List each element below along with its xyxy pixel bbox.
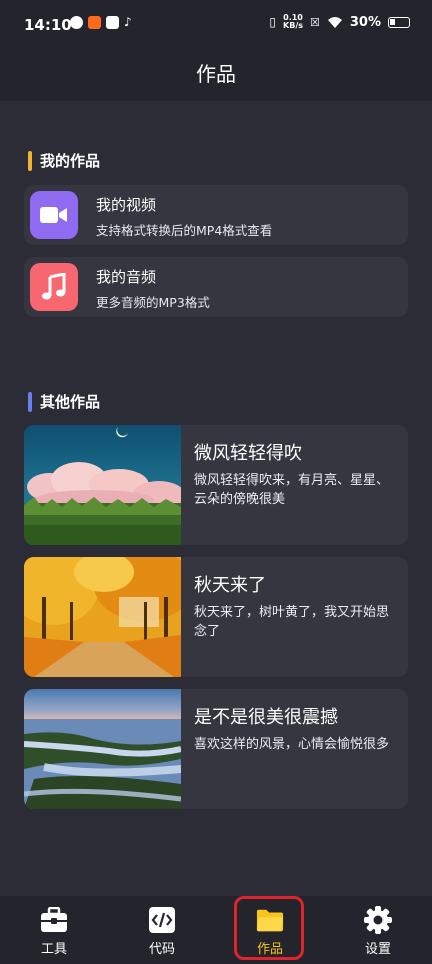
my-video-item[interactable]: 我的视频 支持格式转换后的MP4格式查看 [24,185,408,245]
mail-notification-icon [106,16,119,29]
card-title: 微风轻轻得吹 [194,443,302,464]
active-tab-highlight [234,896,304,960]
status-right: ▯ 0.10 KB/s ☒ 30% [269,14,410,30]
breeze-thumbnail [24,425,181,545]
notification-icons: ♪ [70,16,132,29]
app-root: 14:10 ♪ ▯ 0.10 KB/s ☒ 30% 作品 我的作品 我的视频 支… [0,0,432,964]
battery-icon [388,16,410,28]
tiktok-notification-icon: ♪ [124,15,132,29]
app-notification-icon [70,16,83,29]
card-description: 秋天来了，树叶黄了，我又开始思念了 [194,605,390,639]
card-description: 喜欢这样的风景，心情会愉悦很多 [194,737,390,752]
section-accent-bar [28,150,32,171]
nav-settings[interactable]: 设置 [324,896,432,964]
gear-icon [364,906,392,934]
card-title: 是不是很美很震撼 [194,707,338,728]
status-time: 14:10 [24,16,72,34]
code-icon [148,906,176,934]
other-works-header: 其他作品 [28,391,100,412]
vibrate-icon: ▯ [269,15,277,29]
nav-tools[interactable]: 工具 [0,896,108,964]
my-audio-item[interactable]: 我的音频 更多音频的MP3格式 [24,257,408,317]
work-card-seascape[interactable]: 是不是很美很震撼 喜欢这样的风景，心情会愉悦很多 [24,689,408,809]
toolbox-icon [40,906,68,934]
seascape-thumbnail [24,689,181,809]
status-bar: 14:10 ♪ ▯ 0.10 KB/s ☒ 30% [0,0,432,52]
my-works-header: 我的作品 [28,150,100,171]
card-title: 秋天来了 [194,575,266,596]
wifi-icon [327,16,342,28]
video-icon [30,191,78,239]
my-audio-title: 我的音频 [96,268,157,286]
sim-off-icon: ☒ [310,15,320,29]
battery-percent: 30% [349,14,381,30]
my-audio-subtitle: 更多音频的MP3格式 [96,295,210,310]
shopping-notification-icon [88,16,101,29]
music-note-icon [30,263,78,311]
nav-code[interactable]: 代码 [108,896,216,964]
nav-tools-label: 工具 [40,942,67,957]
autumn-thumbnail [24,557,181,677]
work-card-autumn[interactable]: 秋天来了 秋天来了，树叶黄了，我又开始思念了 [24,557,408,677]
card-description: 微风轻轻得吹来，有月亮、星星、云朵的傍晚很美 [194,473,390,507]
nav-code-label: 代码 [148,942,175,957]
work-card-breeze[interactable]: 微风轻轻得吹 微风轻轻得吹来，有月亮、星星、云朵的傍晚很美 [24,425,408,545]
bottom-nav: 工具 代码 作品 设置 [0,896,432,964]
net-speed-unit: KB/s [283,21,303,30]
net-speed: 0.10 KB/s [283,14,303,30]
nav-settings-label: 设置 [364,942,391,957]
section-title: 我的作品 [40,152,101,170]
top-bar: 14:10 ♪ ▯ 0.10 KB/s ☒ 30% 作品 [0,0,432,101]
section-title: 其他作品 [40,393,101,411]
section-accent-bar [28,391,32,412]
page-title: 作品 [196,62,236,86]
my-video-title: 我的视频 [96,196,157,214]
my-video-subtitle: 支持格式转换后的MP4格式查看 [96,223,273,238]
